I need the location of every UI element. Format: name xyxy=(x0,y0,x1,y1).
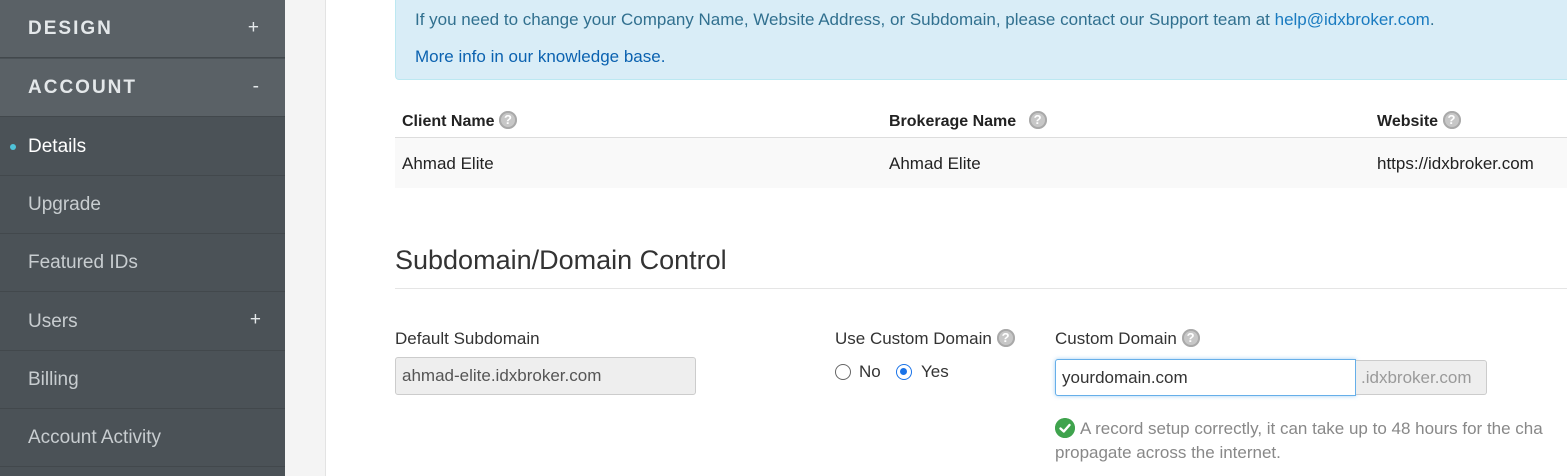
collapse-icon[interactable]: - xyxy=(253,59,259,115)
help-icon[interactable]: ? xyxy=(1181,329,1200,347)
sidebar-item-account-activity[interactable]: Account Activity xyxy=(0,409,285,467)
info-text: If you need to change your Company Name,… xyxy=(415,10,1435,30)
sidebar-item-users[interactable]: Users + xyxy=(0,293,285,351)
cell-client-name: Ahmad Elite xyxy=(402,154,494,173)
column-header-website: Website ? xyxy=(1377,111,1461,131)
radio-yes-label[interactable]: Yes xyxy=(921,362,949,382)
expand-icon[interactable]: + xyxy=(250,293,261,347)
sidebar: DESIGN + ACCOUNT - Details Upgrade Featu… xyxy=(0,0,285,476)
sidebar-item-featured-ids[interactable]: Featured IDs xyxy=(0,234,285,292)
content-gutter xyxy=(285,0,326,476)
column-header-label: Website xyxy=(1377,113,1439,130)
sidebar-item-label: Billing xyxy=(28,369,79,390)
sidebar-item-label: Details xyxy=(28,136,87,157)
default-subdomain-label: Default Subdomain xyxy=(395,329,540,348)
column-header-brokerage-name: Brokerage Name ? xyxy=(889,111,1047,131)
sidebar-item-label: Featured IDs xyxy=(28,252,138,273)
sidebar-section-label: ACCOUNT xyxy=(28,77,137,98)
radio-no-label[interactable]: No xyxy=(859,362,881,382)
sidebar-section-account[interactable]: ACCOUNT - xyxy=(0,59,285,117)
sidebar-item-label: Users xyxy=(28,311,78,332)
info-alert: If you need to change your Company Name,… xyxy=(395,0,1567,80)
status-message-line2: propagate across the internet. xyxy=(1055,443,1281,462)
column-header-label: Client Name xyxy=(402,113,495,130)
sidebar-item-label: Account Activity xyxy=(28,427,162,448)
column-header-client-name: Client Name ? xyxy=(402,111,517,131)
check-circle-icon xyxy=(1055,418,1075,438)
expand-icon[interactable]: + xyxy=(248,0,259,56)
help-icon[interactable]: ? xyxy=(1028,111,1047,129)
info-message: If you need to change your Company Name,… xyxy=(415,10,1275,29)
cell-website: https://idxbroker.com xyxy=(1377,154,1534,173)
info-period: . xyxy=(1429,10,1435,29)
help-icon[interactable]: ? xyxy=(498,111,517,129)
knowledge-base-link[interactable]: More info in our knowledge base. xyxy=(415,47,665,67)
support-email-link[interactable]: help@idxbroker.com xyxy=(1275,10,1430,29)
help-icon[interactable]: ? xyxy=(996,329,1015,347)
sidebar-item-billing[interactable]: Billing xyxy=(0,351,285,409)
status-message-line1: A record setup correctly, it can take up… xyxy=(1080,419,1543,438)
use-custom-domain-label: Use Custom Domain ? xyxy=(835,329,1015,349)
sidebar-section-label: DESIGN xyxy=(28,18,113,39)
custom-domain-input[interactable]: yourdomain.com xyxy=(1055,359,1356,396)
sidebar-item-upgrade[interactable]: Upgrade xyxy=(0,176,285,234)
section-title: Subdomain/Domain Control xyxy=(395,245,727,275)
section-divider xyxy=(395,288,1567,289)
use-custom-domain-text: Use Custom Domain xyxy=(835,329,992,348)
active-indicator-icon xyxy=(10,144,16,150)
column-header-label: Brokerage Name xyxy=(889,113,1017,130)
custom-domain-label: Custom Domain ? xyxy=(1055,329,1200,349)
help-icon[interactable]: ? xyxy=(1442,111,1461,129)
cell-brokerage-name: Ahmad Elite xyxy=(889,154,981,173)
radio-yes[interactable] xyxy=(896,364,912,380)
sidebar-item-details[interactable]: Details xyxy=(0,118,285,176)
sidebar-section-design[interactable]: DESIGN + xyxy=(0,0,285,58)
custom-domain-text: Custom Domain xyxy=(1055,329,1177,348)
default-subdomain-field: ahmad-elite.idxbroker.com xyxy=(395,357,696,395)
custom-domain-suffix: .idxbroker.com xyxy=(1356,360,1487,395)
radio-no[interactable] xyxy=(835,364,851,380)
sidebar-item-label: Upgrade xyxy=(28,194,101,215)
